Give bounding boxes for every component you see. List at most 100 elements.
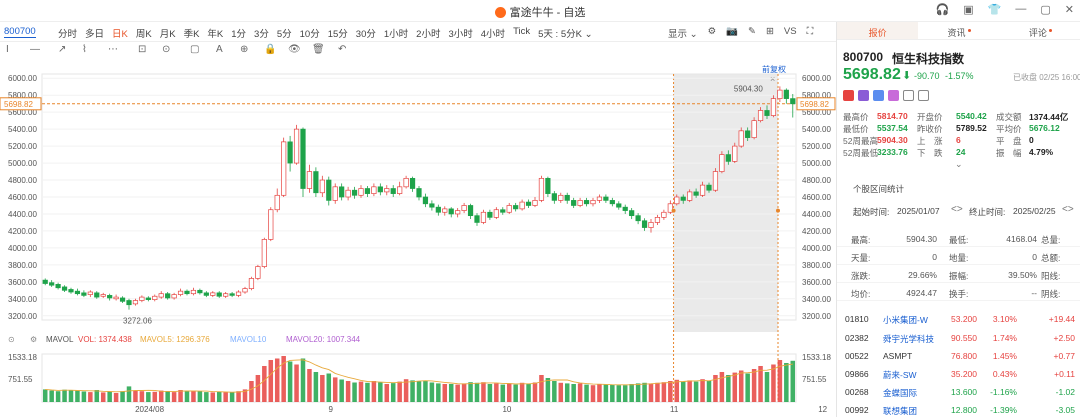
kline-chart[interactable]: ×6000.00 6000.005800.00 5800.005600.00 5600… — [0, 58, 836, 417]
volume-bar — [294, 364, 299, 402]
period-tab-5[interactable]: 季K — [184, 26, 200, 40]
period-tab-15[interactable]: 3小时 — [448, 26, 472, 40]
stats-value: 39.50% — [1008, 270, 1037, 280]
pen-icon[interactable]: ✎ — [748, 26, 756, 40]
stock-code-tab[interactable]: 800700 — [4, 26, 36, 38]
calendar-icon[interactable] — [918, 90, 929, 101]
minimize-button[interactable]: — — [1015, 3, 1026, 16]
display-dropdown[interactable]: 显示 ⌄ — [668, 26, 698, 40]
volume-bar — [42, 389, 48, 402]
period-tab-1[interactable]: 多日 — [85, 26, 104, 40]
draw-tool-icon-4[interactable]: ⋯ — [108, 44, 118, 55]
candle-body — [745, 130, 751, 138]
volume-tick-right-0: 1533.18 — [802, 353, 831, 362]
constituent-row[interactable]: 09866 蔚来-SW 35.200 0.43% +0.11 — [837, 367, 1080, 382]
close-button[interactable]: ✕ — [1065, 3, 1074, 16]
constituent-row[interactable]: 01810 小米集团-W 53.200 3.10% +19.44 — [837, 312, 1080, 327]
range-start-marker — [671, 208, 676, 213]
notes-icon[interactable] — [903, 90, 914, 101]
feature-icon-2[interactable] — [873, 90, 884, 101]
draw-tool-icon-0[interactable]: I — [6, 44, 9, 55]
layout-icon[interactable]: ⊞ — [766, 26, 774, 40]
message-icon[interactable]: ▣ — [963, 3, 973, 16]
candle-body — [680, 196, 686, 201]
draw-tool-icon-2[interactable]: ↗ — [58, 44, 66, 55]
chart-toolbar: 800700 分时 多日 日K 周K 月K 季K 年K 1分 3分 5分 10分 15分 30分 1小时 2… — [0, 22, 836, 42]
draw-tool-icon-9[interactable]: ⊕ — [240, 44, 248, 55]
candle-body — [158, 293, 164, 298]
quote-value: 6 — [956, 135, 961, 145]
candle-body — [725, 154, 731, 162]
camera-icon[interactable]: 📷 — [726, 26, 738, 40]
start-time-value[interactable]: 2025/01/07 — [897, 206, 940, 216]
start-time-label: 起始时间: — [853, 207, 890, 217]
period-tab-18[interactable]: 5天 : 5分K ⌄ — [538, 26, 592, 40]
draw-tool-icon-12[interactable]: 🗑 — [312, 44, 325, 55]
period-tab-7[interactable]: 1分 — [231, 26, 246, 40]
feature-icon-1[interactable] — [858, 90, 869, 101]
constituent-row[interactable]: 02382 舜宇光学科技 90.550 1.74% +2.50 — [837, 331, 1080, 346]
constituent-price: 12.800 — [951, 405, 977, 415]
period-tab-16[interactable]: 4小时 — [481, 26, 505, 40]
period-tab-14[interactable]: 2小时 — [416, 26, 440, 40]
period-tab-10[interactable]: 10分 — [300, 26, 320, 40]
candle-body — [474, 215, 480, 223]
period-tab-12[interactable]: 30分 — [356, 26, 376, 40]
skin-icon[interactable]: 👕 — [988, 3, 1002, 16]
candle-body — [339, 186, 345, 198]
candle-body — [49, 282, 55, 286]
constituent-name: ASMPT — [883, 351, 913, 361]
candle-body — [242, 288, 248, 293]
draw-tool-icon-3[interactable]: ⌇ — [82, 44, 87, 55]
fullscreen-icon[interactable]: ⛶ — [807, 26, 814, 40]
headset-icon[interactable]: 🎧 — [936, 3, 950, 16]
tab-news[interactable]: 资讯 — [918, 22, 999, 39]
candle-body — [184, 290, 190, 295]
draw-tool-icon-13[interactable]: ↶ — [338, 44, 346, 55]
constituent-code: 00522 — [845, 351, 869, 361]
volume-bar — [429, 382, 435, 402]
vs-button[interactable]: VS — [784, 26, 797, 40]
period-tab-2[interactable]: 日K — [112, 26, 128, 40]
period-tab-0[interactable]: 分时 — [58, 26, 77, 40]
quote-label: 52周最低 — [843, 148, 878, 158]
volume-bar — [236, 391, 241, 402]
end-time-value[interactable]: 2025/02/25 — [1013, 206, 1056, 216]
draw-tool-icon-10[interactable]: 🔒 — [264, 44, 276, 55]
candle-body — [461, 205, 467, 211]
period-tab-3[interactable]: 周K — [136, 26, 152, 40]
tab-comments[interactable]: 评论 — [1000, 22, 1080, 39]
period-tab-17[interactable]: Tick — [513, 26, 530, 40]
settings-icon[interactable]: ⚙ — [708, 26, 717, 40]
period-tab-9[interactable]: 5分 — [277, 26, 292, 40]
period-tab-13[interactable]: 1小时 — [384, 26, 408, 40]
x-axis-label-2: 10 — [502, 405, 511, 414]
draw-tool-icon-11[interactable]: 👁 — [288, 44, 301, 55]
period-tab-8[interactable]: 3分 — [254, 26, 269, 40]
period-tab-4[interactable]: 月K — [160, 26, 176, 40]
range-close-icon: × — [770, 74, 775, 84]
price-tick-right-13: 3400.00 — [802, 295, 831, 304]
candle-body — [480, 211, 487, 223]
constituent-row[interactable]: 00268 金蝶国际 13.600 -1.16% -1.02 — [837, 385, 1080, 400]
price-tick-left-12: 3600.00 — [8, 278, 37, 287]
draw-tool-icon-7[interactable]: ▢ — [190, 44, 199, 55]
feature-icon-3[interactable] — [888, 90, 899, 101]
candle-body — [487, 211, 493, 218]
price-tick-left-4: 5200.00 — [8, 142, 37, 151]
collapse-chevron-icon[interactable]: ⌄ — [955, 159, 963, 170]
constituent-row[interactable]: 00992 联想集团 12.800 -1.39% -3.05 — [837, 403, 1080, 418]
volume-bar — [339, 379, 344, 402]
draw-tool-icon-1[interactable]: — — [30, 44, 40, 55]
period-tab-6[interactable]: 年K — [207, 26, 223, 40]
start-time-stepper-icon[interactable]: <> — [951, 204, 963, 215]
period-tab-11[interactable]: 15分 — [328, 26, 348, 40]
constituent-row[interactable]: 00522 ASMPT 76.800 1.45% +0.77 — [837, 349, 1080, 364]
draw-tool-icon-5[interactable]: ⊡ — [138, 44, 146, 55]
volume-bar — [455, 384, 460, 402]
maximize-button[interactable]: ▢ — [1040, 3, 1050, 16]
draw-tool-icon-6[interactable]: ⊙ — [162, 44, 170, 55]
tab-quote[interactable]: 报价 — [837, 22, 919, 39]
draw-tool-icon-8[interactable]: A — [216, 44, 223, 55]
end-time-stepper-icon[interactable]: <> — [1062, 204, 1074, 215]
